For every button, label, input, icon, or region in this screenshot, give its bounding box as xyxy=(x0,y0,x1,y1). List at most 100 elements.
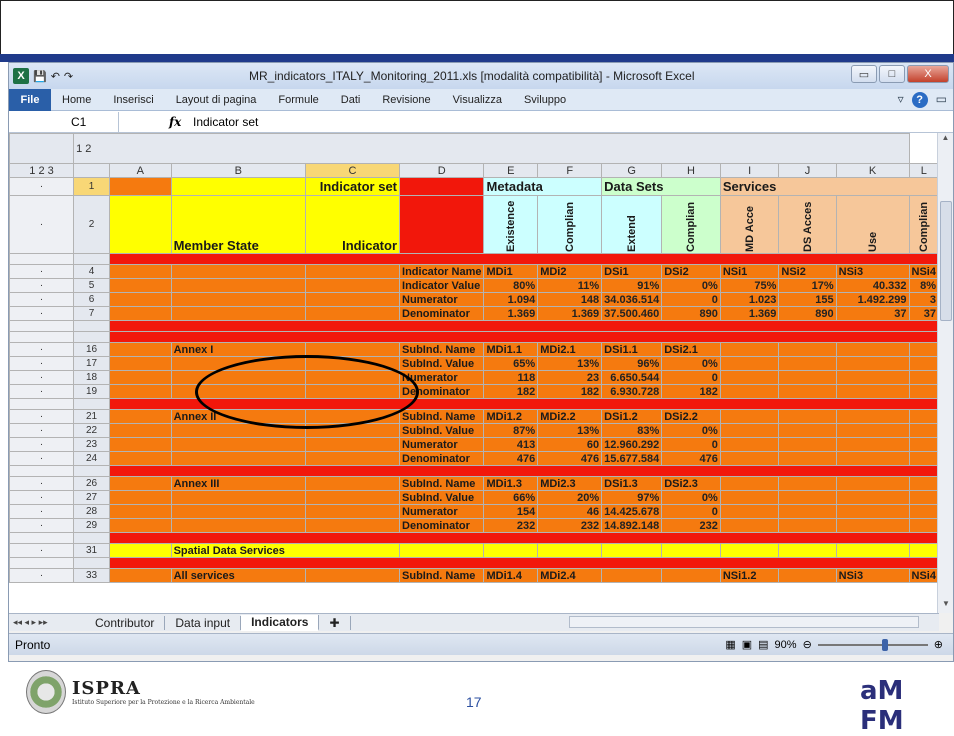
cell-h24[interactable]: 476 xyxy=(661,451,721,466)
cell-d23[interactable]: Numerator xyxy=(399,437,485,452)
cell-k2[interactable]: Use xyxy=(835,195,910,254)
cell-h28[interactable]: 0 xyxy=(661,504,721,519)
cell-j24[interactable] xyxy=(778,451,837,466)
cell-g18[interactable]: 6.650.544 xyxy=(601,370,663,385)
cell-i22[interactable] xyxy=(719,423,780,438)
cell-a33[interactable] xyxy=(109,568,172,583)
cell-c33[interactable] xyxy=(305,568,401,583)
cell-i17[interactable] xyxy=(719,356,780,371)
row-header[interactable]: 6 xyxy=(73,292,110,307)
cell-g28[interactable]: 14.425.678 xyxy=(601,504,663,519)
cell-f2[interactable]: Complian xyxy=(537,195,603,254)
cell-k7[interactable]: 37 xyxy=(835,306,910,321)
cell-f22[interactable]: 13% xyxy=(537,423,603,438)
cell-k17[interactable] xyxy=(835,356,910,371)
cell-e28[interactable]: 154 xyxy=(483,504,539,519)
tab-formule[interactable]: Formule xyxy=(267,94,329,106)
cell-l5[interactable]: 8% xyxy=(908,278,939,293)
row-header[interactable]: 27 xyxy=(73,490,110,505)
cell-f26[interactable]: MDi2.3 xyxy=(537,476,603,491)
cell-e21[interactable]: MDi1.2 xyxy=(483,409,539,424)
row-header[interactable]: 16 xyxy=(73,342,110,357)
outline-gutter[interactable]: · xyxy=(9,518,75,533)
cell-b31[interactable]: Spatial Data Services xyxy=(170,543,401,558)
cell-a18[interactable] xyxy=(109,370,172,385)
cell-a23[interactable] xyxy=(109,437,172,452)
cell-d6[interactable]: Numerator xyxy=(399,292,485,307)
cell-h21[interactable]: DSi2.2 xyxy=(661,409,721,424)
cell-i21[interactable] xyxy=(719,409,780,424)
cell-i29[interactable] xyxy=(719,518,780,533)
ribbon-collapse-icon[interactable]: ▿ xyxy=(898,92,904,108)
tab-visualizza[interactable]: Visualizza xyxy=(442,94,513,106)
cell-b7[interactable] xyxy=(170,306,307,321)
cell-l33[interactable]: NSi4 xyxy=(908,568,939,583)
cell-g23[interactable]: 12.960.292 xyxy=(601,437,663,452)
row-header[interactable]: 28 xyxy=(73,504,110,519)
cell-j6[interactable]: 155 xyxy=(778,292,837,307)
scroll-thumb[interactable] xyxy=(940,201,952,321)
cell-f16[interactable]: MDi2.1 xyxy=(537,342,603,357)
cell-j21[interactable] xyxy=(778,409,837,424)
outline-gutter[interactable]: · xyxy=(9,292,75,307)
zoom-slider[interactable] xyxy=(817,638,928,651)
cell-a28[interactable] xyxy=(109,504,172,519)
cell-f17[interactable]: 13% xyxy=(537,356,603,371)
cell-h6[interactable]: 0 xyxy=(661,292,721,307)
column-header-j[interactable]: J xyxy=(778,163,837,178)
row-outline-levels[interactable]: 1 2 3 xyxy=(9,163,75,178)
cell-l29[interactable] xyxy=(908,518,939,533)
name-box[interactable]: C1 xyxy=(9,111,119,132)
cell-g19[interactable]: 6.930.728 xyxy=(601,384,663,399)
cell-c29[interactable] xyxy=(305,518,401,533)
cell-j5[interactable]: 17% xyxy=(778,278,837,293)
row-header[interactable] xyxy=(73,253,110,265)
cell-a27[interactable] xyxy=(109,490,172,505)
scroll-up-icon[interactable]: ▲ xyxy=(938,133,953,147)
cell-d1[interactable] xyxy=(399,177,485,196)
cell-e29[interactable]: 232 xyxy=(483,518,539,533)
column-header-l[interactable]: L xyxy=(908,163,939,178)
outline-gutter[interactable]: · xyxy=(9,264,75,279)
cell-f18[interactable]: 23 xyxy=(537,370,603,385)
cell-f7[interactable]: 1.369 xyxy=(537,306,603,321)
cell-c26[interactable] xyxy=(305,476,401,491)
cell-j18[interactable] xyxy=(778,370,837,385)
cell-k26[interactable] xyxy=(835,476,910,491)
cell-k4[interactable]: NSi3 xyxy=(835,264,910,279)
column-header-e[interactable]: E xyxy=(483,163,539,178)
row-header[interactable]: 21 xyxy=(73,409,110,424)
cell-a19[interactable] xyxy=(109,384,172,399)
row-header[interactable] xyxy=(73,331,110,343)
cell-b6[interactable] xyxy=(170,292,307,307)
cell-j17[interactable] xyxy=(778,356,837,371)
row-header[interactable]: 4 xyxy=(73,264,110,279)
cell-c28[interactable] xyxy=(305,504,401,519)
sheet-tab-indicators[interactable]: Indicators xyxy=(241,614,320,631)
undo-icon[interactable]: ↶ xyxy=(51,70,60,83)
tab-sviluppo[interactable]: Sviluppo xyxy=(513,94,577,106)
cell-b26[interactable]: Annex III xyxy=(170,476,307,491)
row-header[interactable] xyxy=(73,532,110,544)
cell-i24[interactable] xyxy=(719,451,780,466)
row-header[interactable]: 31 xyxy=(73,543,110,558)
cell-g21[interactable]: DSi1.2 xyxy=(601,409,663,424)
excel-app-icon[interactable]: X xyxy=(13,68,29,84)
outline-gutter[interactable]: · xyxy=(9,306,75,321)
cell-e22[interactable]: 87% xyxy=(483,423,539,438)
save-icon[interactable]: 💾 xyxy=(33,70,47,83)
cell-l4[interactable]: NSi4 xyxy=(908,264,939,279)
cell-a4[interactable] xyxy=(109,264,172,279)
cell-f23[interactable]: 60 xyxy=(537,437,603,452)
cell-d33[interactable]: SubInd. Name xyxy=(399,568,485,583)
cell-e33[interactable]: MDi1.4 xyxy=(483,568,539,583)
row-header[interactable]: 33 xyxy=(73,568,110,583)
cell-c24[interactable] xyxy=(305,451,401,466)
cell-b16[interactable]: Annex I xyxy=(170,342,307,357)
cell-g24[interactable]: 15.677.584 xyxy=(601,451,663,466)
row-header[interactable]: 7 xyxy=(73,306,110,321)
cell-g31[interactable] xyxy=(661,543,721,558)
close-button[interactable]: X xyxy=(907,65,949,83)
cell-l2[interactable]: Complian xyxy=(908,195,939,254)
cell-e1[interactable]: Metadata xyxy=(483,177,603,196)
